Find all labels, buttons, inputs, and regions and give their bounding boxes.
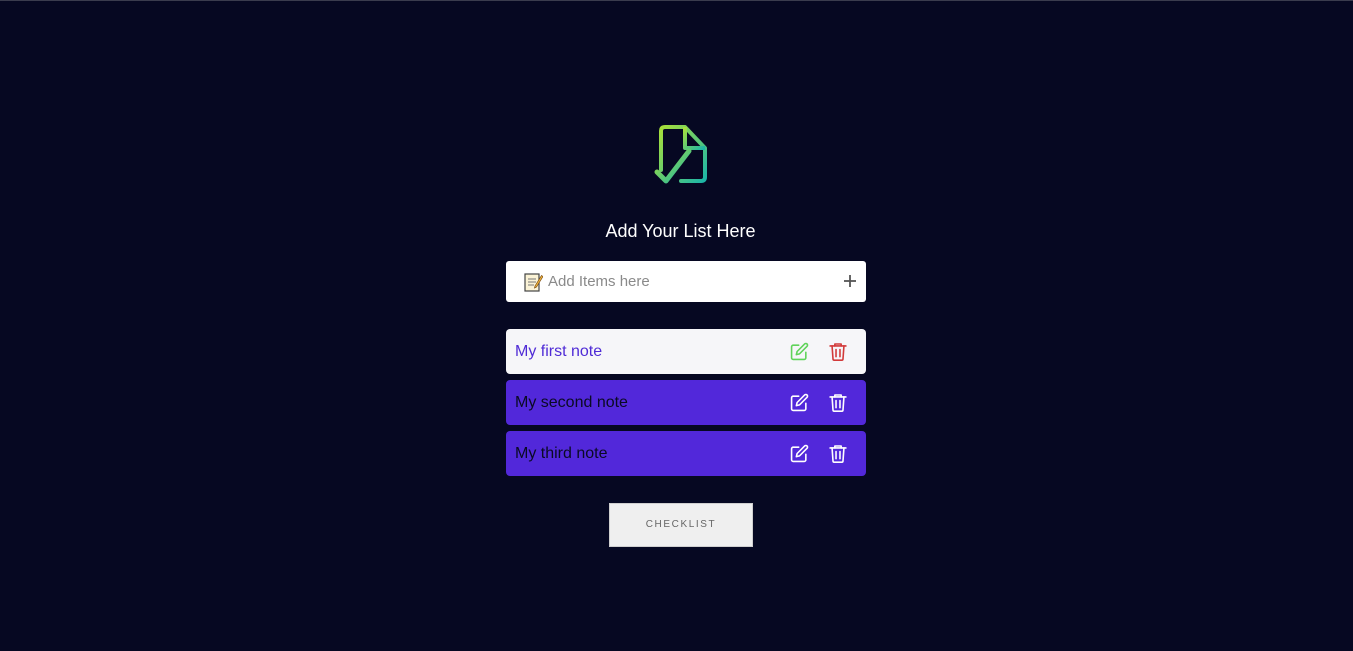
note-item: My first note [506, 329, 866, 374]
trash-icon[interactable] [829, 342, 847, 361]
trash-icon[interactable] [829, 444, 847, 463]
edit-icon[interactable] [790, 444, 809, 463]
note-text: My third note [515, 445, 608, 462]
top-border [0, 0, 1353, 1]
checklist-button[interactable]: CHECKLIST [609, 503, 753, 547]
plus-icon[interactable] [842, 273, 858, 289]
add-item-input[interactable] [548, 261, 828, 302]
trash-icon[interactable] [829, 393, 847, 412]
note-text: My first note [515, 343, 603, 360]
note-item: My third note [506, 431, 866, 476]
add-item-bar [506, 261, 866, 302]
page-heading: Add Your List Here [605, 221, 756, 241]
memo-icon [524, 273, 543, 292]
edit-icon[interactable] [790, 393, 809, 412]
edit-icon[interactable] [790, 342, 809, 361]
note-item: My second note [506, 380, 866, 425]
document-check-icon [654, 125, 707, 184]
note-text: My second note [515, 394, 628, 411]
